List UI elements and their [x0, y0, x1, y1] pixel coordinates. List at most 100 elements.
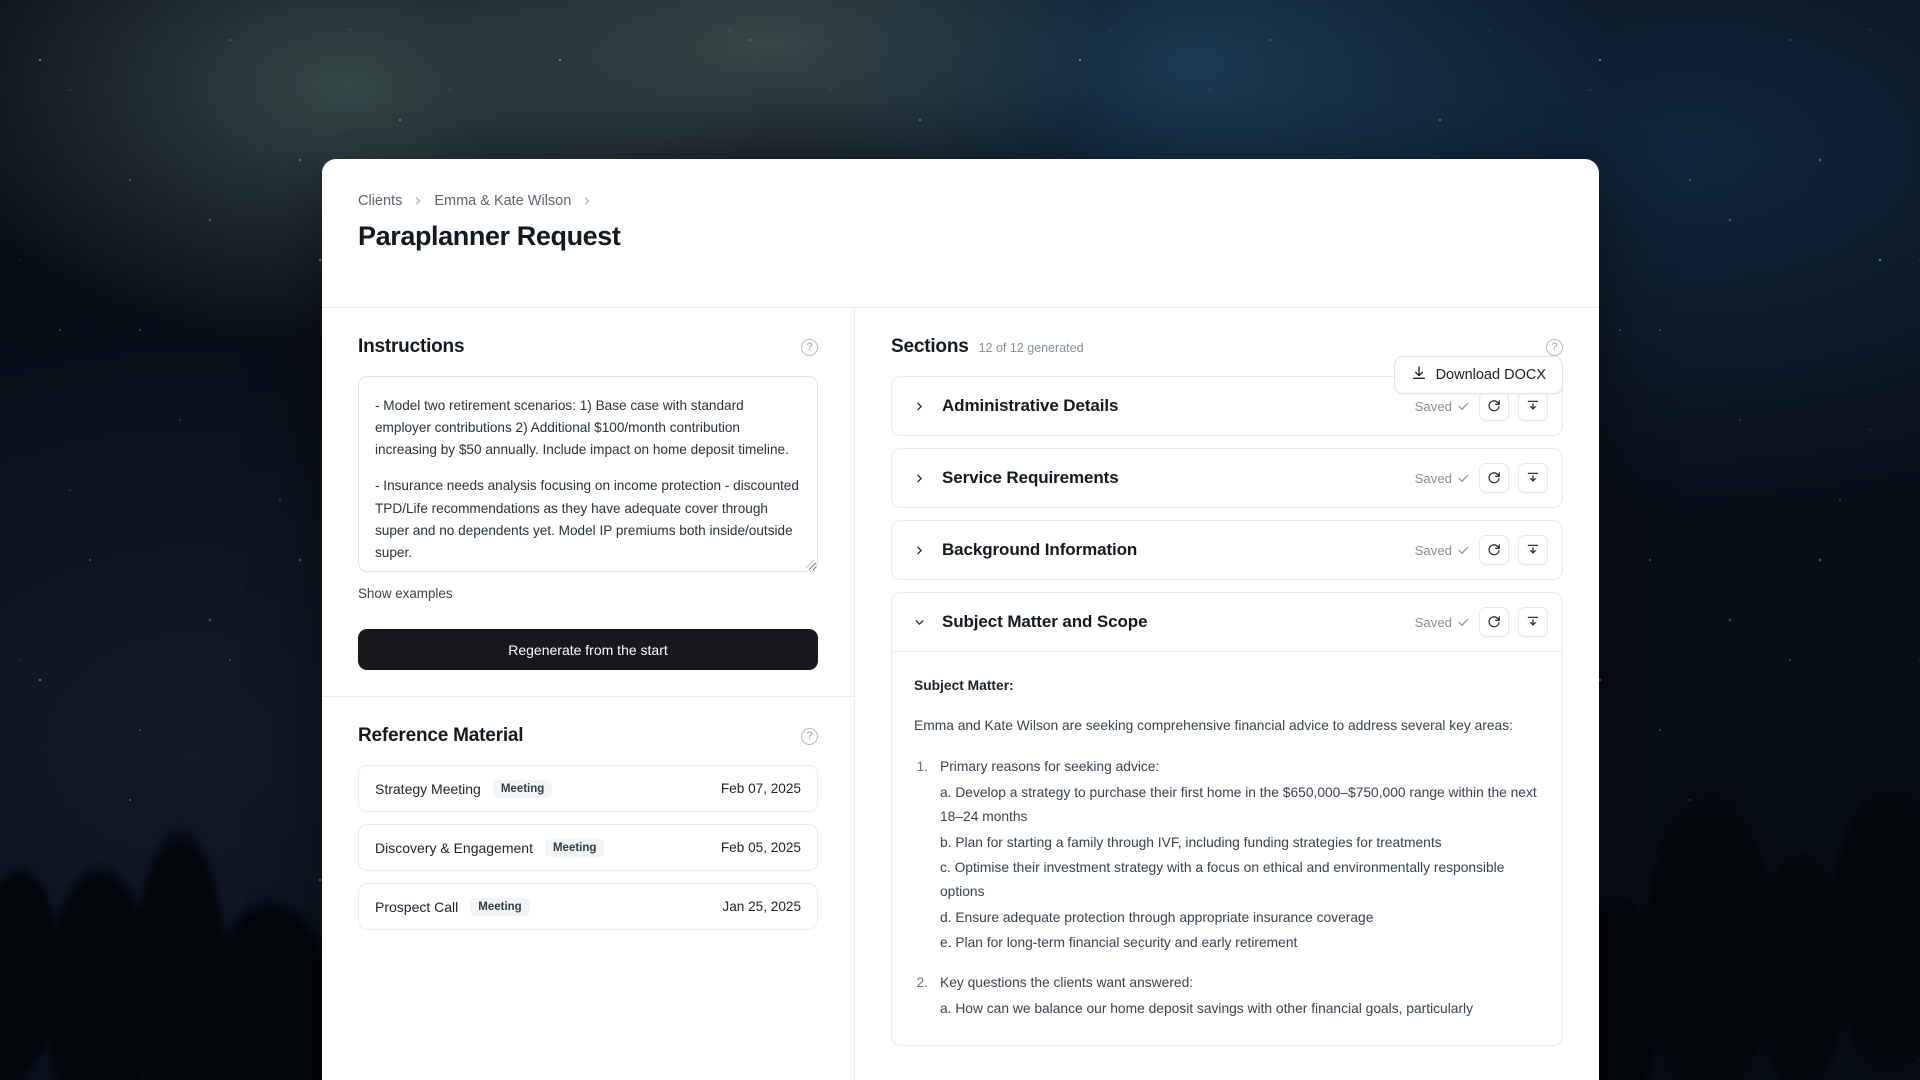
check-icon [1457, 472, 1470, 485]
list-text: Key questions the clients want answered: [940, 971, 1473, 995]
chevron-right-icon [412, 195, 424, 207]
question-mark-circle-icon[interactable]: ? [801, 339, 818, 356]
status-badge: Saved [1415, 615, 1470, 630]
instructions-paragraph-2: - Insurance needs analysis focusing on i… [375, 475, 801, 564]
insert-section-button[interactable] [1518, 607, 1548, 637]
sections-title: Sections [891, 336, 969, 358]
insert-section-button[interactable] [1518, 535, 1548, 565]
section-card-expanded: Subject Matter and Scope Saved [891, 592, 1563, 1046]
saved-label: Saved [1415, 615, 1452, 630]
sections-panel: Sections 12 of 12 generated ? [855, 308, 1599, 1046]
chevron-right-icon[interactable] [910, 397, 928, 415]
section-actions: Saved [1415, 535, 1548, 565]
chevron-right-icon[interactable] [910, 541, 928, 559]
saved-label: Saved [1415, 399, 1452, 414]
section-header-row[interactable]: Subject Matter and Scope Saved [892, 593, 1562, 651]
sub-list-item: a. Develop a strategy to purchase their … [940, 781, 1540, 828]
download-into-icon [1526, 471, 1540, 485]
list-body: Primary reasons for seeking advice: a. D… [940, 755, 1540, 955]
breadcrumb-item-client-name[interactable]: Emma & Kate Wilson [434, 193, 571, 209]
content-intro: Emma and Kate Wilson are seeking compreh… [914, 714, 1540, 738]
refresh-icon [1487, 543, 1501, 557]
sections-generated-count: 12 of 12 generated [979, 341, 1084, 355]
list-number: 1. [914, 755, 928, 955]
list-item[interactable]: Strategy Meeting Meeting Feb 07, 2025 [358, 765, 818, 812]
reference-item-date: Feb 07, 2025 [721, 781, 801, 796]
section-header-row[interactable]: Service Requirements Saved [892, 449, 1562, 507]
sub-list-item: a. How can we balance our home deposit s… [940, 997, 1473, 1021]
list-text: Primary reasons for seeking advice: [940, 755, 1540, 779]
check-icon [1457, 616, 1470, 629]
list-item[interactable]: Prospect Call Meeting Jan 25, 2025 [358, 883, 818, 930]
reference-material-list: Strategy Meeting Meeting Feb 07, 2025 Di… [358, 765, 818, 930]
chevron-down-icon[interactable] [910, 613, 928, 631]
reference-material-panel: Reference Material ? Strategy Meeting Me… [322, 696, 854, 956]
sub-list-item: e. Plan for long-term financial security… [940, 931, 1540, 955]
breadcrumb-item-clients[interactable]: Clients [358, 193, 402, 209]
reference-item-name: Prospect Call [375, 899, 458, 915]
refresh-icon [1487, 471, 1501, 485]
status-badge: Meeting [493, 780, 552, 798]
sections-list: Administrative Details Saved [891, 376, 1563, 1046]
download-docx-label: Download DOCX [1436, 367, 1546, 383]
check-icon [1457, 544, 1470, 557]
section-title: Background Information [942, 540, 1137, 560]
app-window: Clients Emma & Kate Wilson Paraplanner R… [322, 159, 1599, 1080]
instructions-textarea[interactable]: - Model two retirement scenarios: 1) Bas… [358, 376, 818, 572]
question-mark-circle-icon[interactable]: ? [1546, 339, 1563, 356]
chevron-right-icon[interactable] [910, 469, 928, 487]
instructions-panel: Instructions ? - Model two retirement sc… [322, 308, 854, 696]
sub-list-item: c. Optimise their investment strategy wi… [940, 856, 1540, 903]
instructions-paragraph-1: - Model two retirement scenarios: 1) Bas… [375, 395, 801, 461]
download-docx-button[interactable]: Download DOCX [1394, 356, 1563, 394]
section-card: Service Requirements Saved [891, 448, 1563, 508]
page-header: Clients Emma & Kate Wilson Paraplanner R… [322, 159, 1599, 307]
regenerate-section-button[interactable] [1479, 391, 1509, 421]
refresh-icon [1487, 399, 1501, 413]
tree-silhouette-left [0, 570, 340, 1080]
saved-label: Saved [1415, 543, 1452, 558]
regenerate-section-button[interactable] [1479, 535, 1509, 565]
section-actions: Saved [1415, 607, 1548, 637]
insert-section-button[interactable] [1518, 463, 1548, 493]
content-heading: Subject Matter: [914, 674, 1540, 698]
regenerate-from-start-button[interactable]: Regenerate from the start [358, 629, 818, 670]
show-examples-link[interactable]: Show examples [358, 586, 453, 601]
insert-section-button[interactable] [1518, 391, 1548, 421]
section-title: Subject Matter and Scope [942, 612, 1147, 632]
regenerate-section-button[interactable] [1479, 607, 1509, 637]
status-badge: Meeting [545, 839, 604, 857]
question-mark-circle-icon[interactable]: ? [801, 728, 818, 745]
page-title: Paraplanner Request [358, 221, 1563, 252]
breadcrumb: Clients Emma & Kate Wilson [358, 191, 1563, 211]
list-item: 2. Key questions the clients want answer… [914, 971, 1540, 1020]
list-item[interactable]: Discovery & Engagement Meeting Feb 05, 2… [358, 824, 818, 871]
instructions-header: Instructions ? [358, 336, 818, 358]
regenerate-section-button[interactable] [1479, 463, 1509, 493]
right-column: Sections 12 of 12 generated ? [855, 308, 1599, 1080]
left-column: Instructions ? - Model two retirement sc… [322, 308, 855, 1080]
download-icon [1411, 365, 1427, 385]
section-header-row[interactable]: Background Information Saved [892, 521, 1562, 579]
status-badge: Saved [1415, 399, 1470, 414]
list-body: Key questions the clients want answered:… [940, 971, 1473, 1020]
sub-list: a. How can we balance our home deposit s… [940, 997, 1473, 1021]
reference-item-date: Feb 05, 2025 [721, 840, 801, 855]
main-content: Instructions ? - Model two retirement sc… [322, 307, 1599, 1080]
saved-label: Saved [1415, 471, 1452, 486]
section-title: Service Requirements [942, 468, 1119, 488]
section-title: Administrative Details [942, 396, 1118, 416]
section-actions: Saved [1415, 391, 1548, 421]
refresh-icon [1487, 615, 1501, 629]
sections-title-row: Sections 12 of 12 generated [891, 336, 1084, 358]
download-into-icon [1526, 399, 1540, 413]
list-number: 2. [914, 971, 928, 1020]
reference-item-date: Jan 25, 2025 [722, 899, 801, 914]
list-item: 1. Primary reasons for seeking advice: a… [914, 755, 1540, 955]
reference-material-header: Reference Material ? [358, 725, 818, 747]
section-actions: Saved [1415, 463, 1548, 493]
status-badge: Meeting [470, 898, 529, 916]
chevron-right-icon [581, 195, 593, 207]
reference-item-name: Strategy Meeting [375, 781, 481, 797]
instructions-input-wrapper: - Model two retirement scenarios: 1) Bas… [358, 376, 818, 572]
